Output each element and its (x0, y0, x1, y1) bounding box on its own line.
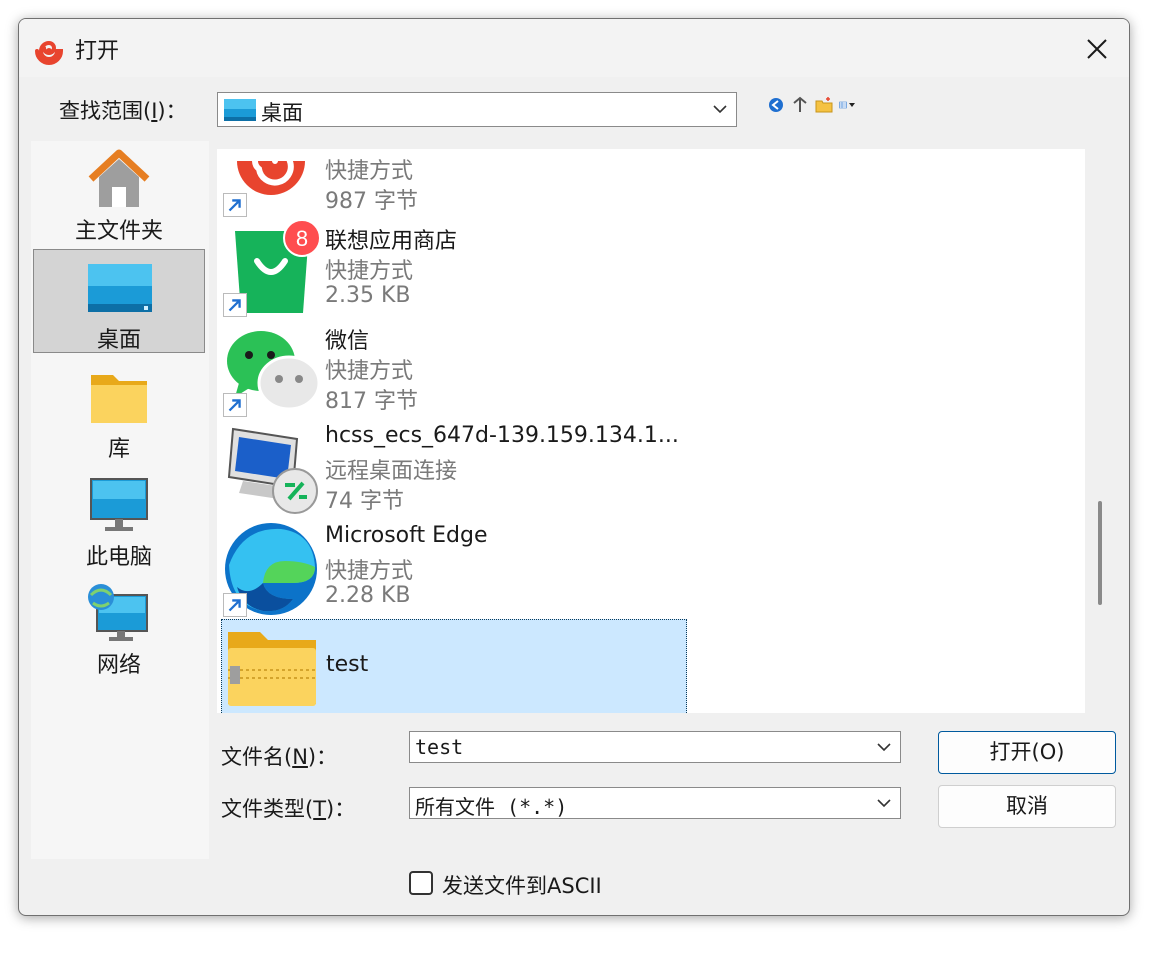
filetype-label: 文件类型(T)： (221, 797, 356, 821)
place-label: 此电脑 (85, 545, 152, 570)
chevron-down-icon[interactable] (876, 741, 892, 753)
place-label: 网络 (96, 653, 141, 678)
place-label: 主文件夹 (74, 219, 163, 244)
new-folder-icon[interactable] (815, 96, 833, 114)
shortcut-arrow-icon (223, 393, 247, 417)
file-type: 快捷方式 (325, 559, 414, 584)
desktop-icon (88, 264, 152, 312)
close-icon (1087, 39, 1107, 59)
place-home[interactable]: 主文件夹 (33, 141, 205, 245)
file-name: hcss_ecs_647d-139.159.134.1... (325, 423, 679, 448)
file-name: Microsoft Edge (325, 523, 488, 548)
network-icon (88, 584, 148, 641)
window-title: 打开 (75, 39, 120, 64)
lookin-select[interactable]: 桌面 (217, 92, 737, 127)
place-library[interactable]: 库 (33, 359, 205, 463)
shortcut-arrow-icon (223, 593, 247, 617)
file-item[interactable]: hcss_ecs_647d-139.159.134.1... 远程桌面连接 74… (221, 419, 687, 519)
shortcut-arrow-icon (223, 193, 247, 217)
file-name: 联想应用商店 (325, 229, 458, 254)
view-menu-icon[interactable] (839, 96, 857, 114)
chevron-down-icon[interactable] (876, 797, 892, 809)
filename-input[interactable]: test (409, 731, 901, 763)
place-desktop[interactable]: 桌面 (33, 249, 205, 353)
file-item[interactable]: Microsoft Edge 快捷方式 2.28 KB (221, 519, 687, 619)
home-icon (88, 149, 150, 207)
cancel-button[interactable]: 取消 (938, 785, 1116, 828)
filetype-value: 所有文件 (*.*) (415, 795, 568, 819)
remote-desktop-icon (227, 427, 318, 514)
file-item[interactable]: 微信 快捷方式 817 字节 (221, 319, 687, 419)
file-list[interactable]: 快捷方式 987 字节 8 联想应用商店 快捷方式 2.35 KB 微信 快捷方… (217, 149, 1085, 713)
file-item[interactable]: 快捷方式 987 字节 (221, 149, 687, 219)
file-list-scrollbar[interactable] (1098, 501, 1102, 605)
file-item[interactable]: 8 联想应用商店 快捷方式 2.35 KB (221, 219, 687, 319)
shortcut-arrow-icon (223, 293, 247, 317)
lookin-label: 查找范围(I)： (59, 99, 187, 123)
notification-badge: 8 (283, 219, 321, 257)
zip-folder-icon (228, 632, 316, 706)
place-label: 桌面 (96, 328, 141, 353)
file-size: 2.35 KB (325, 283, 411, 308)
ascii-checkbox-label[interactable]: 发送文件到ASCII (442, 870, 602, 900)
place-label: 库 (107, 437, 130, 462)
lookin-value: 桌面 (261, 101, 303, 125)
file-type: 远程桌面连接 (325, 459, 458, 484)
file-size: 987 字节 (325, 189, 418, 214)
up-folder-icon[interactable] (791, 96, 809, 114)
file-type: 快捷方式 (325, 159, 414, 184)
file-name: test (326, 652, 369, 677)
this-pc-icon (90, 478, 148, 531)
open-button[interactable]: 打开(O) (938, 731, 1116, 774)
title-bar: 打开 (19, 19, 1129, 77)
filetype-select[interactable]: 所有文件 (*.*) (409, 787, 901, 819)
place-this-pc[interactable]: 此电脑 (33, 467, 205, 571)
svg-text:8: 8 (296, 226, 308, 251)
filename-value: test (415, 735, 464, 759)
place-network[interactable]: 网络 (33, 575, 205, 679)
toolbar (767, 95, 857, 115)
close-button[interactable] (1077, 29, 1117, 69)
open-file-dialog: 打开 查找范围(I)： 桌面 主文件夹 桌面 库 此电脑 网络 快捷方式 987… (18, 18, 1130, 916)
file-type: 快捷方式 (325, 259, 414, 284)
file-size: 74 字节 (325, 489, 404, 514)
places-bar: 主文件夹 桌面 库 此电脑 网络 (31, 141, 209, 859)
file-item-selected[interactable]: test (221, 619, 687, 713)
file-size: 2.28 KB (325, 583, 411, 608)
snail-app-icon (35, 40, 64, 65)
ascii-checkbox[interactable] (409, 871, 433, 895)
back-icon[interactable] (767, 96, 785, 114)
chevron-down-icon (713, 105, 727, 114)
filename-label: 文件名(N)： (221, 745, 338, 769)
file-name: 微信 (325, 329, 370, 354)
desktop-icon (224, 99, 256, 121)
file-size: 817 字节 (325, 389, 418, 414)
file-type: 快捷方式 (325, 359, 414, 384)
library-folder-icon (91, 375, 147, 423)
